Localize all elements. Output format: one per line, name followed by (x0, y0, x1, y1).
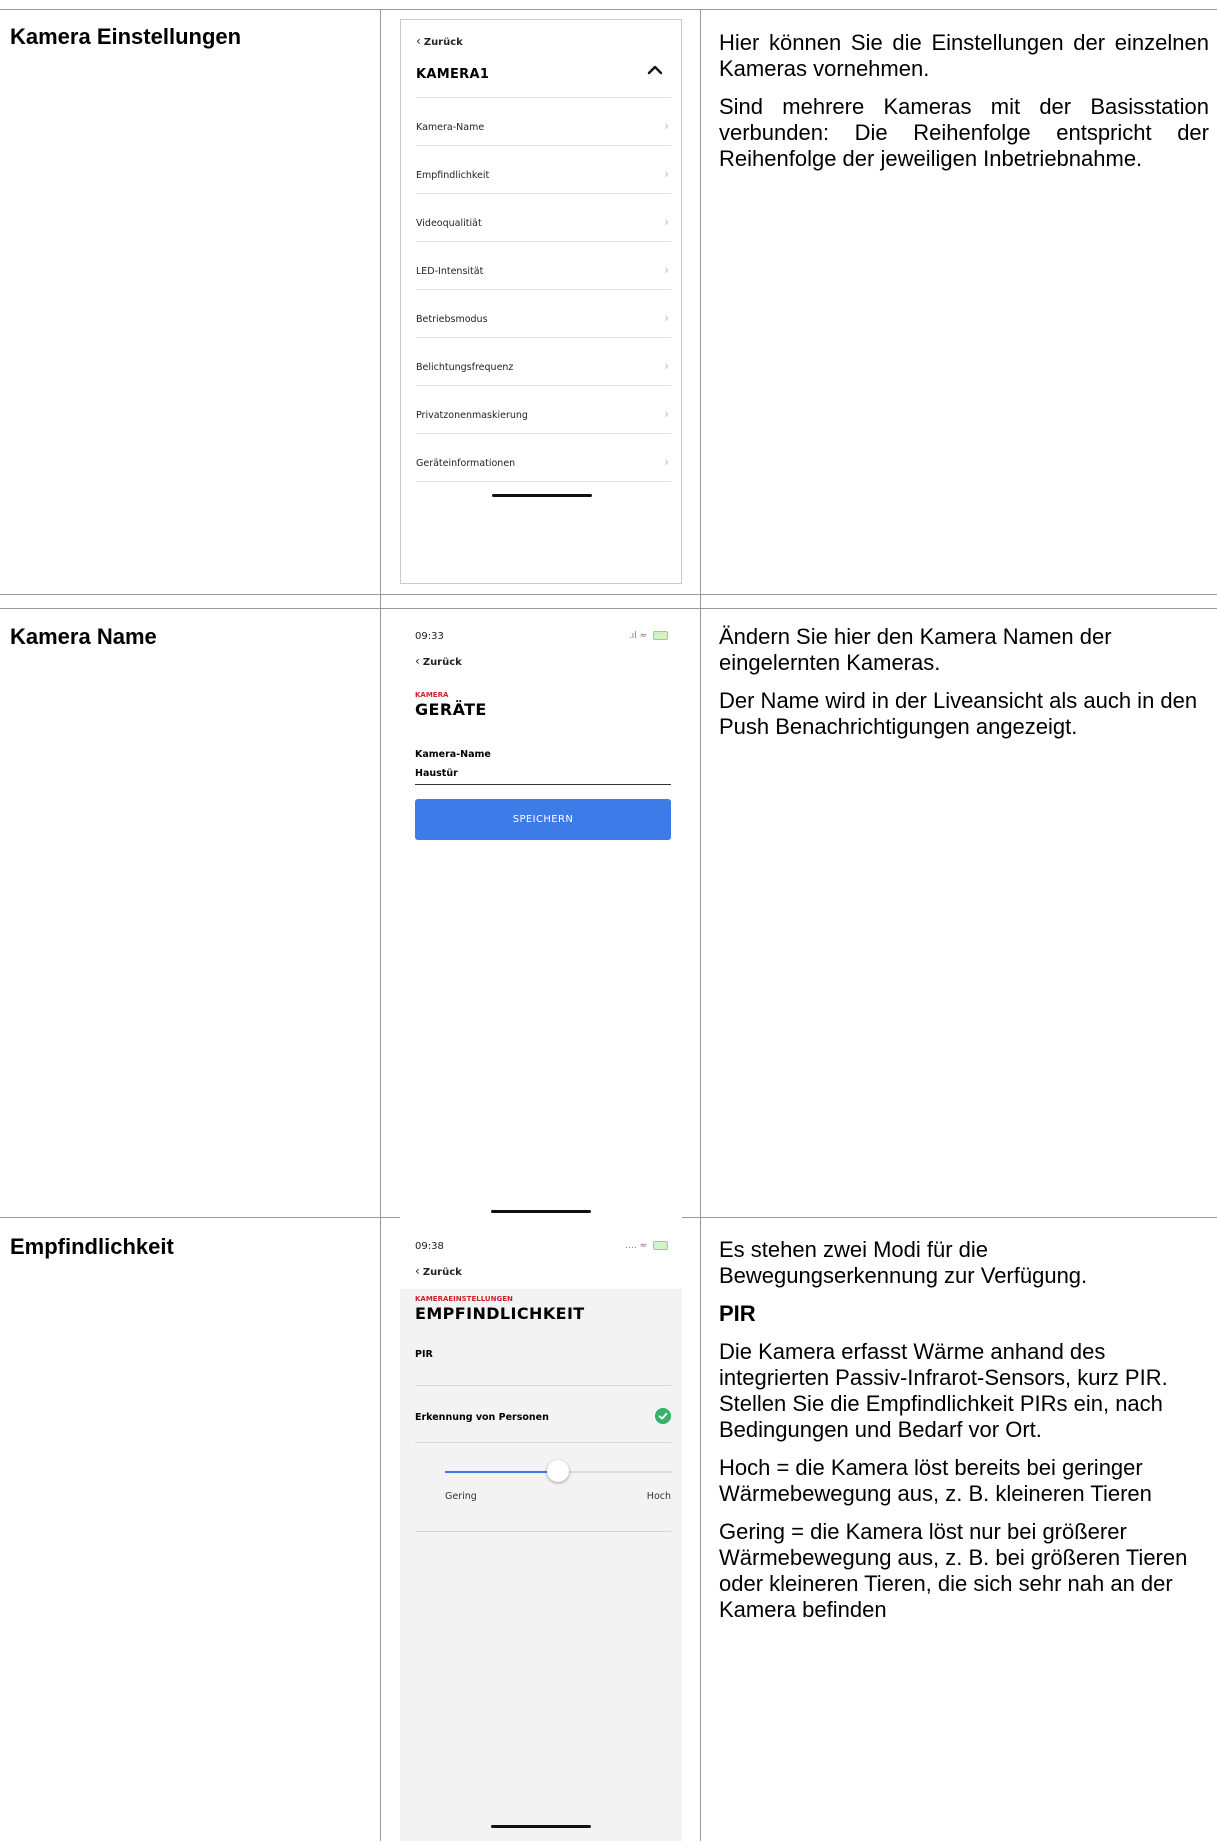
settings-item-label: Empfindlichkeit (416, 170, 490, 181)
settings-item-label: Kamera-Name (416, 122, 485, 133)
status-time: 09:38 (415, 1241, 444, 1252)
screen-title: GERÄTE (415, 700, 487, 719)
chevron-right-icon: › (664, 119, 669, 133)
save-button[interactable]: SPEICHERN (415, 799, 671, 840)
home-indicator (491, 1825, 591, 1828)
battery-icon (653, 631, 668, 640)
camera-name-input[interactable]: Haustür (415, 768, 458, 779)
description-kamera-einstellungen: Hier können Sie die Einstellungen der ei… (719, 30, 1209, 184)
feature-name-kamera-einstellungen: Kamera Einstellungen (10, 24, 242, 49)
chevron-right-icon: › (664, 263, 669, 277)
option-divider (415, 1385, 671, 1386)
chevron-right-icon: › (664, 359, 669, 373)
option-person-detection[interactable]: Erkennung von Personen (415, 1412, 549, 1423)
description-paragraph: Gering = die Kamera löst nur bei größere… (719, 1519, 1188, 1622)
screenshot-camera-settings: ‹ Zurück KAMERA1 Kamera-Name › Empfindlic… (400, 19, 682, 584)
back-button[interactable]: ‹ Zurück (415, 1264, 462, 1278)
description-paragraph: Es stehen zwei Modi für die Bewegungserk… (719, 1237, 1088, 1288)
back-label: Zurück (422, 1267, 462, 1278)
chevron-right-icon: › (664, 311, 669, 325)
section-kicker: KAMERAEINSTELLUNGEN (415, 1295, 513, 1303)
settings-table: Kamera Einstellungen Kamera Name Empfind… (0, 0, 1217, 1841)
section-kicker: KAMERA (415, 691, 449, 699)
chevron-right-icon: › (664, 215, 669, 229)
feature-name-empfindlichkeit: Empfindlichkeit (10, 1234, 174, 1259)
description-paragraph: Der Name wird in der Liveansicht als auc… (719, 688, 1198, 739)
description-paragraph: Hoch = die Kamera löst bereits bei gerin… (719, 1455, 1152, 1506)
wifi-icon: ≈ (639, 1241, 648, 1251)
check-icon (655, 1408, 671, 1424)
sensitivity-slider[interactable] (445, 1460, 671, 1482)
input-underline (415, 784, 671, 785)
screen-title: EMPFINDLICHKEIT (415, 1304, 585, 1323)
home-indicator (492, 494, 592, 497)
row-divider (0, 608, 1217, 609)
screenshot-sensitivity: 09:38 .... ≈ ‹ Zurück KAMERAEINSTELLUNGEN… (400, 1229, 682, 1841)
settings-item-label: Geräteinformationen (416, 458, 516, 469)
status-icons: .ıl ≈ (629, 631, 668, 641)
column-divider (700, 9, 701, 1841)
camera-name-label: Kamera-Name (415, 749, 491, 760)
back-label: Zurück (422, 657, 462, 668)
settings-item-label: Belichtungsfrequenz (416, 362, 514, 373)
signal-icon: .ıl (628, 631, 637, 641)
settings-item-label: Betriebsmodus (416, 314, 488, 325)
back-button[interactable]: ‹ Zurück (415, 654, 462, 668)
chevron-left-icon: ‹ (416, 34, 421, 48)
description-paragraph: Sind mehrere Kameras mit der Basisstatio… (719, 94, 1209, 171)
description-kamera-name: Ändern Sie hier den Kamera Namen der ein… (719, 624, 1209, 752)
slider-fill (445, 1471, 558, 1473)
wifi-icon: ≈ (639, 631, 648, 641)
chevron-left-icon: ‹ (415, 654, 420, 668)
description-paragraph: Die Kamera erfasst Wärme anhand des inte… (719, 1339, 1168, 1442)
chevron-right-icon: › (664, 407, 669, 421)
table-border-top (0, 9, 1217, 10)
camera-title: KAMERA1 (416, 67, 490, 82)
screenshot-camera-name: 09:33 .ıl ≈ ‹ Zurück KAMERA GERÄTE Kamera… (400, 619, 682, 1219)
settings-item-label: Privatzonenmaskierung (416, 410, 528, 421)
chevron-right-icon: › (664, 455, 669, 469)
slider-label-low: Gering (445, 1491, 477, 1502)
list-divider (416, 481, 671, 483)
description-paragraph: Ändern Sie hier den Kamera Namen der ein… (719, 624, 1112, 675)
chevron-up-icon[interactable] (645, 60, 665, 80)
settings-item-label: Videoqualitiät (416, 218, 482, 229)
back-label: Zurück (423, 37, 463, 48)
content-panel (400, 1289, 682, 1841)
description-empfindlichkeit: Es stehen zwei Modi für die Bewegungserk… (719, 1237, 1209, 1635)
back-button[interactable]: ‹ Zurück (416, 34, 463, 48)
feature-name-kamera-name: Kamera Name (10, 624, 157, 649)
column-divider (380, 9, 381, 1841)
home-indicator (491, 1210, 591, 1213)
slider-thumb[interactable] (547, 1460, 569, 1482)
option-divider (415, 1442, 671, 1443)
description-paragraph: Hier können Sie die Einstellungen der ei… (719, 30, 1209, 81)
row-divider (0, 594, 1217, 595)
settings-item-label: LED-Intensität (416, 266, 484, 277)
battery-icon (653, 1241, 668, 1250)
signal-icon: .... (625, 1241, 637, 1251)
status-icons: .... ≈ (625, 1241, 668, 1251)
status-time: 09:33 (415, 631, 444, 642)
option-pir[interactable]: PIR (415, 1349, 433, 1360)
option-divider (415, 1531, 671, 1532)
chevron-left-icon: ‹ (415, 1264, 420, 1278)
chevron-right-icon: › (664, 167, 669, 181)
slider-label-high: Hoch (646, 1491, 671, 1502)
description-heading-pir: PIR (719, 1301, 756, 1326)
